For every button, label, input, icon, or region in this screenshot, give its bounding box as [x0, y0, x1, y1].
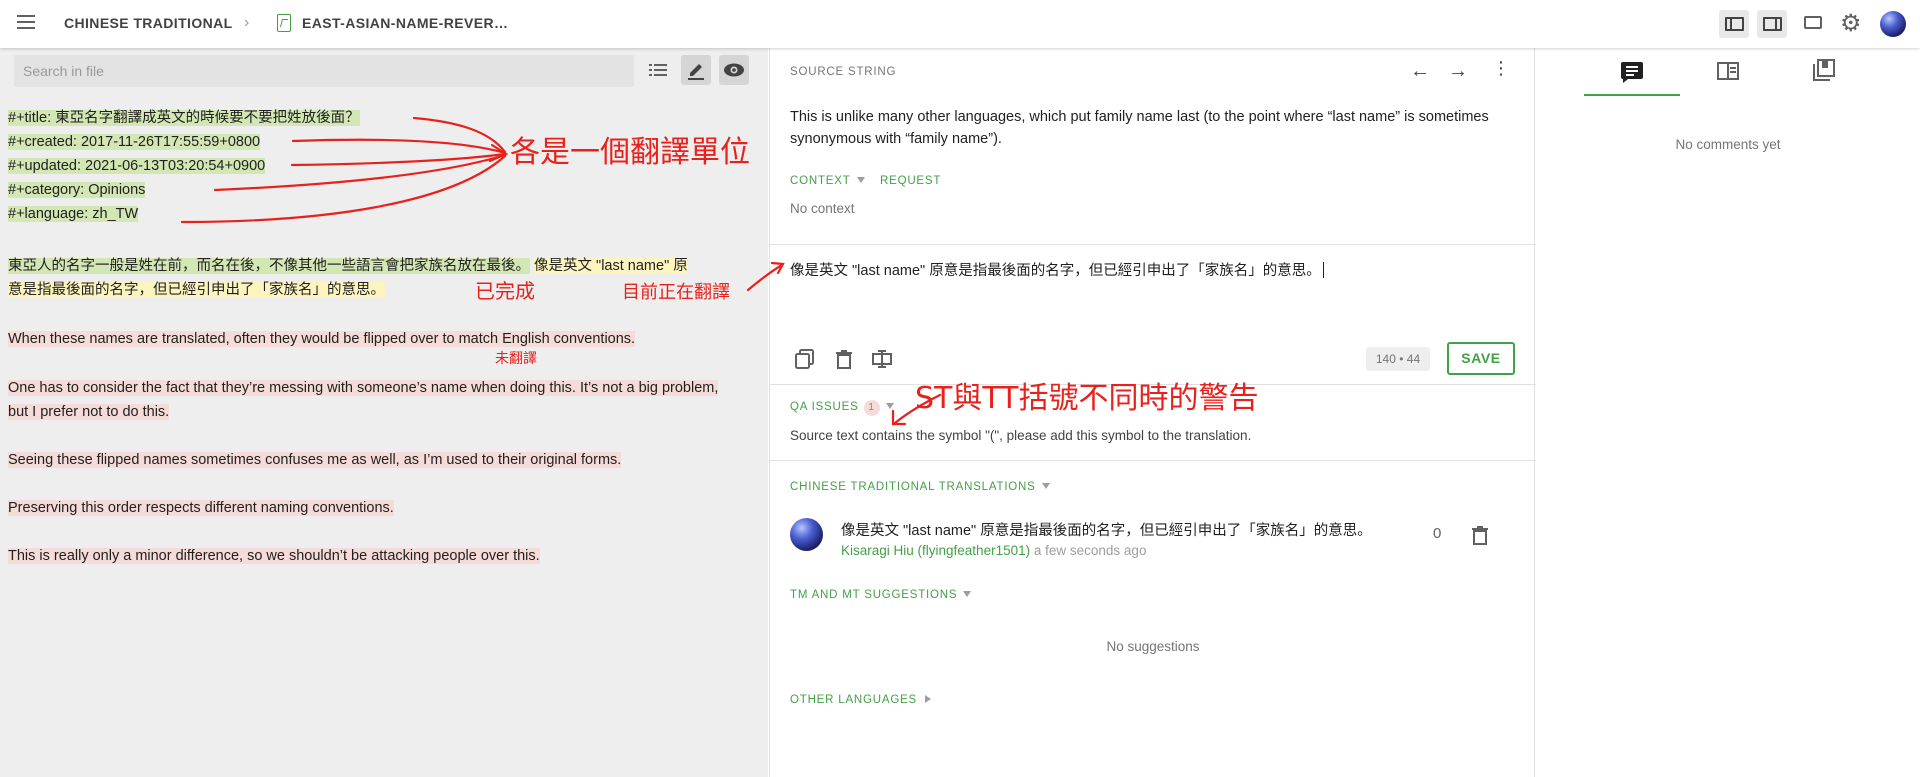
qa-issues-toggle[interactable]: QA ISSUES 1	[790, 400, 894, 416]
copy-source-icon[interactable]	[795, 349, 815, 369]
tab-comments[interactable]	[1584, 48, 1680, 96]
qa-issue-message: Source text contains the symbol "(", ple…	[790, 428, 1252, 443]
no-context-text: No context	[790, 201, 855, 216]
untranslated-unit[interactable]: Seeing these flipped names sometimes con…	[8, 452, 622, 468]
search-input[interactable]: Search in file	[14, 55, 634, 87]
no-suggestions-text: No suggestions	[1106, 639, 1200, 654]
current-unit[interactable]: 意是指最後面的名字，但已經引申出了「家族名」的意思。	[8, 282, 385, 298]
right-panel-icon	[1763, 17, 1782, 31]
menu-icon[interactable]	[17, 15, 35, 29]
no-comments-text: No comments yet	[1675, 137, 1781, 152]
source-string-text: This is unlike many other languages, whi…	[790, 109, 1489, 147]
paragraph-6: This is really only a minor difference, …	[8, 544, 756, 568]
previous-arrow-icon[interactable]: ←	[1410, 60, 1430, 83]
edit-mode-button[interactable]	[681, 55, 711, 85]
vote-count: 0	[1433, 525, 1442, 542]
translation-editor[interactable]: 像是英文 "last name" 原意是指最後面的名字，但已經引申出了「家族名」…	[790, 259, 1324, 280]
top-bar: CHINESE TRADITIONAL › EAST-ASIAN-NAME-RE…	[0, 0, 1920, 48]
untranslated-unit[interactable]: One has to consider the fact that they’r…	[8, 380, 576, 396]
breadcrumb-project[interactable]: CHINESE TRADITIONAL	[64, 15, 233, 31]
translations-toggle[interactable]: CHINESE TRADITIONAL TRANSLATIONS	[790, 481, 1050, 493]
translated-unit[interactable]: #+created: 2017-11-26T17:55:59+0800	[8, 134, 261, 150]
preview-mode-button[interactable]	[719, 55, 749, 85]
next-arrow-icon[interactable]: →	[1448, 60, 1468, 83]
translated-unit[interactable]: 東亞人的名字一般是姓在前，而名在後，不像其他一些語言會把家族名放在最後。	[8, 258, 530, 274]
clear-icon[interactable]	[834, 349, 854, 369]
split-icon[interactable]	[872, 349, 892, 369]
more-vert-icon[interactable]: ⋮	[1492, 58, 1510, 79]
untranslated-unit[interactable]: This is really only a minor difference, …	[8, 548, 540, 564]
divider	[770, 244, 1536, 245]
current-unit[interactable]: 像是英文 "last name" 原	[534, 258, 688, 274]
paragraph-1: 東亞人的名字一般是姓在前，而名在後，不像其他一些語言會把家族名放在最後。 像是英…	[8, 254, 756, 302]
eye-icon	[724, 63, 744, 77]
editor-panel: SOURCE STRING ← → ⋮ This is unlike many …	[769, 48, 1536, 777]
keyboard-icon[interactable]	[1804, 16, 1822, 29]
caret-down-icon	[856, 177, 865, 183]
untranslated-unit[interactable]: When these names are translated, often t…	[8, 331, 636, 347]
library-icon	[1813, 59, 1835, 81]
caret-down-icon	[885, 403, 894, 409]
paragraph-5: Preserving this order respects different…	[8, 496, 756, 520]
tab-glossary[interactable]	[1680, 48, 1776, 96]
chevron-right-icon: ›	[244, 14, 250, 31]
translated-unit[interactable]: #+updated: 2021-06-13T03:20:54+0900	[8, 158, 266, 174]
sidebar-panel: No comments yet	[1536, 48, 1920, 777]
translated-unit[interactable]: #+language: zh_TW	[8, 206, 139, 222]
author-name[interactable]: Kisaragi Hiu (flyingfeather1501)	[841, 543, 1030, 558]
character-counter: 140 • 44	[1366, 347, 1430, 371]
suggestion-author: Kisaragi Hiu (flyingfeather1501) a few s…	[841, 543, 1146, 558]
text-cursor	[1322, 262, 1324, 278]
suggestion-text[interactable]: 像是英文 "last name" 原意是指最後面的名字，但已經引申出了「家族名」…	[841, 519, 1372, 540]
avatar[interactable]	[1880, 11, 1906, 37]
other-languages-toggle[interactable]: OTHER LANGUAGES	[790, 694, 932, 706]
paragraph-4: Seeing these flipped names sometimes con…	[8, 448, 756, 472]
source-file-panel: Search in file #+title: 東亞名字翻譯成英文的時候要不要把…	[0, 48, 768, 777]
left-panel-icon	[1725, 17, 1744, 31]
metadata-lines: #+title: 東亞名字翻譯成英文的時候要不要把姓放後面？ #+created…	[8, 106, 758, 226]
caret-right-icon	[925, 695, 932, 703]
list-view-button[interactable]	[643, 55, 673, 85]
search-placeholder: Search in file	[23, 63, 104, 79]
divider	[770, 460, 1536, 461]
source-string-label: SOURCE STRING	[790, 66, 897, 78]
suggestion-avatar	[790, 518, 823, 551]
untranslated-unit[interactable]: Preserving this order respects different…	[8, 500, 394, 516]
delete-suggestion-icon[interactable]	[1470, 525, 1490, 545]
toggle-right-panel-button[interactable]	[1757, 10, 1787, 38]
file-icon	[277, 14, 291, 32]
untranslated-unit[interactable]: It’s not a big problem,	[575, 380, 719, 396]
context-toggle[interactable]: CONTEXT	[790, 175, 865, 187]
gear-icon[interactable]: ⚙	[1840, 10, 1862, 38]
tab-history[interactable]	[1776, 48, 1872, 96]
caret-down-icon	[963, 591, 972, 597]
book-icon	[1717, 62, 1739, 80]
request-context-link[interactable]: REQUEST	[880, 175, 941, 187]
untranslated-unit[interactable]: but I prefer not to do this.	[8, 404, 170, 420]
translated-unit[interactable]: #+category: Opinions	[8, 182, 146, 198]
caret-down-icon	[1041, 483, 1050, 489]
divider	[770, 384, 1536, 385]
comment-icon	[1621, 62, 1643, 83]
qa-count-badge: 1	[863, 400, 880, 416]
pencil-icon	[688, 64, 704, 80]
tm-mt-toggle[interactable]: TM AND MT SUGGESTIONS	[790, 589, 972, 601]
suggestion-time: a few seconds ago	[1033, 543, 1147, 558]
save-button[interactable]: SAVE	[1447, 342, 1515, 375]
toggle-left-panel-button[interactable]	[1719, 10, 1749, 38]
translated-unit[interactable]: #+title: 東亞名字翻譯成英文的時候要不要把姓放後面？	[8, 110, 360, 126]
paragraph-2: When these names are translated, often t…	[8, 327, 756, 351]
breadcrumb-file[interactable]: EAST-ASIAN-NAME-REVER…	[302, 15, 508, 31]
paragraph-3: One has to consider the fact that they’r…	[8, 376, 756, 424]
